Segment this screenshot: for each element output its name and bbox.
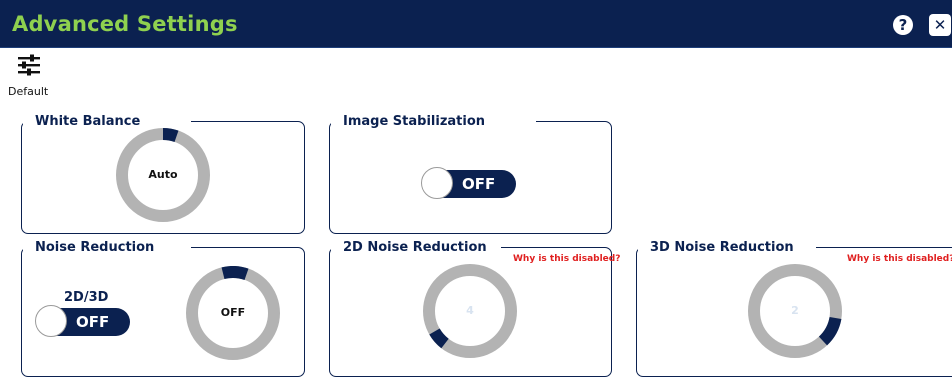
nr-2d-why-link[interactable]: Why is this disabled?	[513, 254, 620, 264]
image-stabilization-toggle[interactable]: OFF	[421, 167, 516, 199]
white-balance-value: Auto	[148, 168, 178, 181]
noise-reduction-dial[interactable]: OFF	[186, 265, 280, 360]
nr-3d-title: 3D Noise Reduction	[638, 237, 816, 261]
noise-reduction-value: OFF	[220, 306, 246, 319]
noise-reduction-title: Noise Reduction	[23, 237, 191, 261]
nr-mode-label: 2D/3D	[64, 290, 109, 305]
nr-3d-value: 2	[791, 304, 799, 317]
default-button[interactable]: Default	[8, 52, 56, 100]
nr-2d-dial: 4	[423, 264, 517, 358]
close-button[interactable]: ✕	[929, 14, 951, 36]
nr-3d-dial: 2	[748, 264, 842, 358]
sliders-icon	[18, 54, 40, 76]
window-title: Advanced Settings	[12, 12, 238, 36]
nr-2d-value: 4	[466, 304, 474, 317]
default-label: Default	[8, 85, 49, 98]
noise-reduction-toggle[interactable]: OFF	[35, 305, 130, 337]
toggle-knob	[421, 167, 453, 199]
help-button[interactable]: ?	[893, 15, 913, 35]
title-bar: Advanced Settings ? ✕	[0, 0, 952, 48]
toggle-knob	[35, 305, 67, 337]
image-stabilization-title: Image Stabilization	[331, 111, 536, 135]
toggle-state: OFF	[462, 175, 496, 193]
white-balance-dial[interactable]: Auto	[116, 128, 210, 222]
nr-2d-title: 2D Noise Reduction	[331, 237, 501, 261]
toggle-state: OFF	[76, 313, 110, 331]
nr-3d-why-link[interactable]: Why is this disabled?	[847, 254, 952, 264]
